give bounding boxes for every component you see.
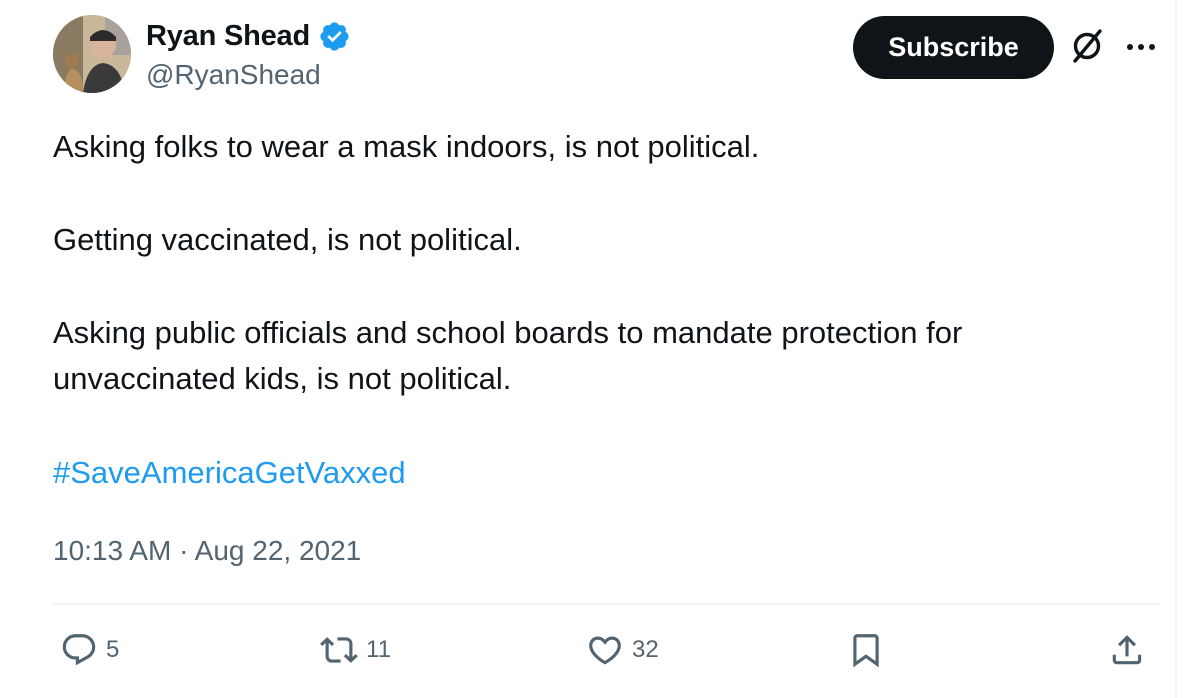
author-display-name[interactable]: Ryan Shead <box>146 18 310 54</box>
card-border <box>1175 0 1177 698</box>
reply-count: 5 <box>106 636 120 663</box>
tweet-paragraph-2: Getting vaccinated, is not political. <box>53 222 522 257</box>
tweet-card: Ryan Shead @RyanShead Subscribe Asking f… <box>0 0 1200 698</box>
repost-icon <box>320 631 358 669</box>
hashtag-link[interactable]: #SaveAmericaGetVaxxed <box>53 450 406 496</box>
author-name-row[interactable]: Ryan Shead <box>146 18 351 54</box>
bookmark-icon <box>847 631 885 669</box>
more-icon[interactable] <box>1124 30 1158 64</box>
share-button[interactable] <box>1108 628 1146 672</box>
bookmark-button[interactable] <box>847 628 885 672</box>
grok-icon[interactable] <box>1067 26 1107 66</box>
share-icon <box>1108 631 1146 669</box>
action-divider <box>53 603 1159 605</box>
heart-icon <box>586 631 624 669</box>
tweet-timestamp[interactable]: 10:13 AM · Aug 22, 2021 <box>53 531 361 571</box>
subscribe-button[interactable]: Subscribe <box>853 16 1054 79</box>
reply-icon <box>60 631 98 669</box>
like-button[interactable]: 32 <box>586 628 659 672</box>
avatar[interactable] <box>53 15 131 93</box>
avatar-image <box>53 15 131 93</box>
verified-badge-icon <box>318 20 351 53</box>
repost-button[interactable]: 11 <box>320 628 391 672</box>
repost-count: 11 <box>366 636 391 663</box>
tweet-paragraph-3: Asking public officials and school board… <box>53 315 963 396</box>
tweet-paragraph-1: Asking folks to wear a mask indoors, is … <box>53 129 760 164</box>
like-count: 32 <box>632 636 659 663</box>
reply-button[interactable]: 5 <box>60 628 119 672</box>
author-handle[interactable]: @RyanShead <box>146 58 321 92</box>
